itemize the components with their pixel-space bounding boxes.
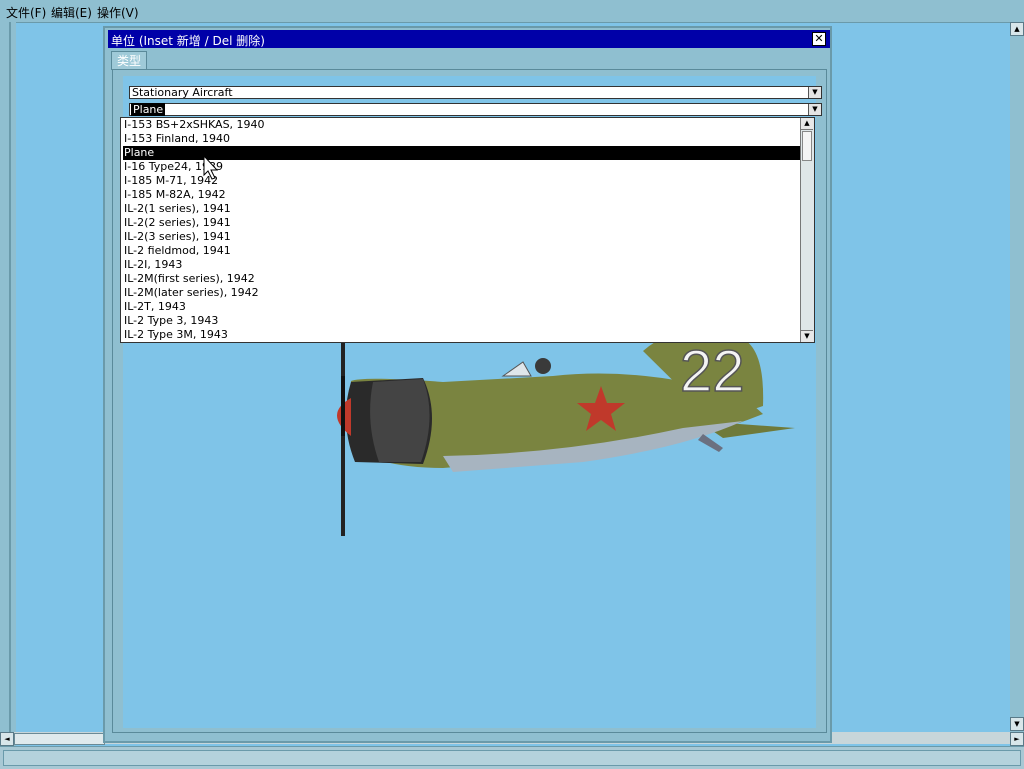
pilot-head [535,358,551,374]
menu-edit[interactable]: 编辑(E) [51,4,92,21]
close-icon[interactable]: ✕ [812,32,826,46]
list-item[interactable]: IL-2 Type 3, 1943 [123,314,800,328]
list-item[interactable]: I-185 M-82A, 1942 [123,188,800,202]
tail-number: 22 [680,339,745,404]
list-item[interactable]: IL-2I, 1943 [123,258,800,272]
list-item[interactable]: IL-2(3 series), 1941 [123,230,800,244]
tab-type[interactable]: 类型 [111,51,148,70]
type-combobox[interactable]: Plane ▼ [129,103,822,116]
type-combobox-value: Plane [131,103,166,116]
dialog-title: 单位 (Inset 新增 / Del 删除) [111,34,265,48]
list-scrollbar[interactable]: ▲ ▼ [800,118,814,342]
list-item[interactable]: IL-2T, 1943 [123,300,800,314]
list-item[interactable]: IL-2 fieldmod, 1941 [123,244,800,258]
chevron-down-icon[interactable]: ▼ [808,87,821,98]
category-combobox[interactable]: Stationary Aircraft ▼ [129,86,822,99]
scroll-down-icon[interactable]: ▼ [801,330,813,342]
list-scroll-thumb[interactable] [802,131,812,161]
status-field [3,750,1021,766]
horizontal-scroll-thumb[interactable] [14,733,105,745]
scroll-up-icon[interactable]: ▲ [801,118,813,130]
menu-file[interactable]: 文件(F) [6,4,46,21]
right-scrollbar-track[interactable]: ▲ ▼ [1010,22,1024,732]
mouse-cursor-icon [203,155,219,180]
list-item[interactable]: IL-2(1 series), 1941 [123,202,800,216]
dialog-titlebar[interactable]: 单位 (Inset 新增 / Del 删除) ✕ [108,30,830,48]
chevron-down-icon[interactable]: ▼ [808,104,821,115]
scroll-up-icon[interactable]: ▲ [1010,22,1024,36]
menu-operate[interactable]: 操作(V) [97,4,139,21]
list-item[interactable]: I-16 Type24, 1939 [123,160,800,174]
list-item[interactable]: IL-2M(later series), 1942 [123,286,800,300]
scroll-right-icon[interactable]: ► [1010,732,1024,746]
list-item[interactable]: Plane [123,146,800,160]
category-combobox-value: Stationary Aircraft [132,86,233,99]
left-panel-edge [0,22,16,746]
list-item[interactable]: I-153 BS+2xSHKAS, 1940 [123,118,800,132]
cockpit-canopy [501,361,532,377]
scroll-down-icon[interactable]: ▼ [1010,717,1024,731]
menu-bar: 文件(F) 编辑(E) 操作(V) [0,0,1024,23]
status-bar [0,746,1024,769]
type-dropdown-list[interactable]: I-153 BS+2xSHKAS, 1940 I-153 Finland, 194… [120,117,815,343]
scroll-left-icon[interactable]: ◄ [0,732,14,746]
list-item[interactable]: I-153 Finland, 1940 [123,132,800,146]
list-item[interactable]: IL-2(2 series), 1941 [123,216,800,230]
list-item[interactable]: IL-2 Type 3M, 1943 [123,328,800,342]
list-item[interactable]: I-185 M-71, 1942 [123,174,800,188]
list-item[interactable]: IL-2M(first series), 1942 [123,272,800,286]
